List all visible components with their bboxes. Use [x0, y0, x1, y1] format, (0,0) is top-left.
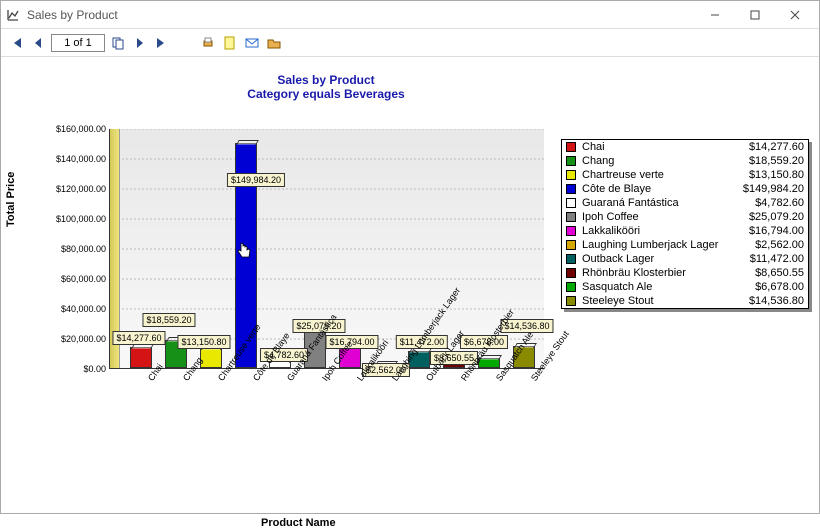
legend-value: $4,782.60	[755, 197, 804, 209]
legend-row: Outback Lager$11,472.00	[562, 252, 808, 266]
legend-value: $14,277.60	[749, 141, 804, 153]
legend-row: Chai$14,277.60	[562, 140, 808, 154]
x-labels: ChaiChangChartreuse verteCôte de BlayeGu…	[123, 371, 543, 481]
legend-value: $149,984.20	[743, 183, 804, 195]
legend-swatch	[566, 282, 576, 292]
last-page-button[interactable]	[153, 34, 171, 52]
legend-name: Lakkalikööri	[582, 225, 749, 237]
legend-row: Ipoh Coffee$25,079.20	[562, 210, 808, 224]
legend-name: Outback Lager	[582, 253, 750, 265]
legend-value: $13,150.80	[749, 169, 804, 181]
legend-value: $14,536.80	[749, 295, 804, 307]
legend-row: Côte de Blaye$149,984.20	[562, 182, 808, 196]
bar[interactable]	[200, 348, 222, 368]
legend-swatch	[566, 240, 576, 250]
y-tick: $120,000.00	[56, 184, 106, 194]
page-input[interactable]	[51, 34, 105, 52]
next-page-button[interactable]	[131, 34, 149, 52]
legend-row: Laughing Lumberjack Lager$2,562.00	[562, 238, 808, 252]
legend-name: Laughing Lumberjack Lager	[582, 239, 755, 251]
print-button[interactable]	[199, 34, 217, 52]
legend-name: Sasquatch Ale	[582, 281, 755, 293]
x-axis-label: Product Name	[261, 517, 336, 529]
data-label: $18,559.20	[142, 313, 195, 327]
legend-value: $16,794.00	[749, 225, 804, 237]
legend-swatch	[566, 226, 576, 236]
data-label: $13,150.80	[177, 335, 230, 349]
legend-name: Chai	[582, 141, 749, 153]
legend-swatch	[566, 254, 576, 264]
legend-swatch	[566, 184, 576, 194]
legend-name: Côte de Blaye	[582, 183, 743, 195]
legend-value: $25,079.20	[749, 211, 804, 223]
app-icon	[5, 7, 21, 23]
legend-name: Steeleye Stout	[582, 295, 749, 307]
legend-value: $6,678.00	[755, 281, 804, 293]
legend-swatch	[566, 198, 576, 208]
maximize-button[interactable]	[735, 3, 775, 27]
minimize-button[interactable]	[695, 3, 735, 27]
legend-value: $8,650.55	[755, 267, 804, 279]
legend-swatch	[566, 212, 576, 222]
legend-row: Chang$18,559.20	[562, 154, 808, 168]
legend-row: Steeleye Stout$14,536.80	[562, 294, 808, 308]
hand-cursor-icon	[235, 242, 253, 260]
email-button[interactable]	[243, 34, 261, 52]
legend-value: $11,472.00	[750, 253, 804, 265]
y-tick: $60,000.00	[61, 274, 106, 284]
legend-row: Guaraná Fantástica$4,782.60	[562, 196, 808, 210]
y-tick: $0.00	[83, 364, 106, 374]
legend-swatch	[566, 170, 576, 180]
open-button[interactable]	[265, 34, 283, 52]
y-axis-label: Total Price	[5, 172, 17, 227]
first-page-button[interactable]	[7, 34, 25, 52]
close-button[interactable]	[775, 3, 815, 27]
data-label: $14,277.60	[112, 331, 165, 345]
y-tick: $140,000.00	[56, 154, 106, 164]
export-button[interactable]	[221, 34, 239, 52]
copy-button[interactable]	[109, 34, 127, 52]
legend-swatch	[566, 296, 576, 306]
y-tick: $160,000.00	[56, 124, 106, 134]
legend-swatch	[566, 142, 576, 152]
legend-row: Chartreuse verte$13,150.80	[562, 168, 808, 182]
y-tick: $20,000.00	[61, 334, 106, 344]
report-content: Sales by Product Category equals Beverag…	[1, 57, 819, 513]
legend-swatch	[566, 268, 576, 278]
legend-value: $18,559.20	[749, 155, 804, 167]
legend-value: $2,562.00	[755, 239, 804, 251]
y-tick: $40,000.00	[61, 304, 106, 314]
chart-subtitle: Category equals Beverages	[101, 87, 551, 101]
y-tick: $80,000.00	[61, 244, 106, 254]
legend-row: Sasquatch Ale$6,678.00	[562, 280, 808, 294]
chart-title: Sales by Product	[101, 73, 551, 87]
data-label: $149,984.20	[227, 173, 285, 187]
legend-name: Chang	[582, 155, 749, 167]
legend-name: Rhönbräu Klosterbier	[582, 267, 755, 279]
legend: Chai$14,277.60Chang$18,559.20Chartreuse …	[561, 139, 809, 309]
legend-row: Rhönbräu Klosterbier$8,650.55	[562, 266, 808, 280]
legend-row: Lakkalikööri$16,794.00	[562, 224, 808, 238]
legend-name: Guaraná Fantástica	[582, 197, 755, 209]
toolbar	[1, 29, 819, 57]
bar[interactable]	[130, 347, 152, 368]
window-title: Sales by Product	[27, 8, 695, 22]
title-bar: Sales by Product	[1, 1, 819, 29]
legend-swatch	[566, 156, 576, 166]
legend-name: Ipoh Coffee	[582, 211, 749, 223]
y-tick: $100,000.00	[56, 214, 106, 224]
legend-name: Chartreuse verte	[582, 169, 749, 181]
prev-page-button[interactable]	[29, 34, 47, 52]
